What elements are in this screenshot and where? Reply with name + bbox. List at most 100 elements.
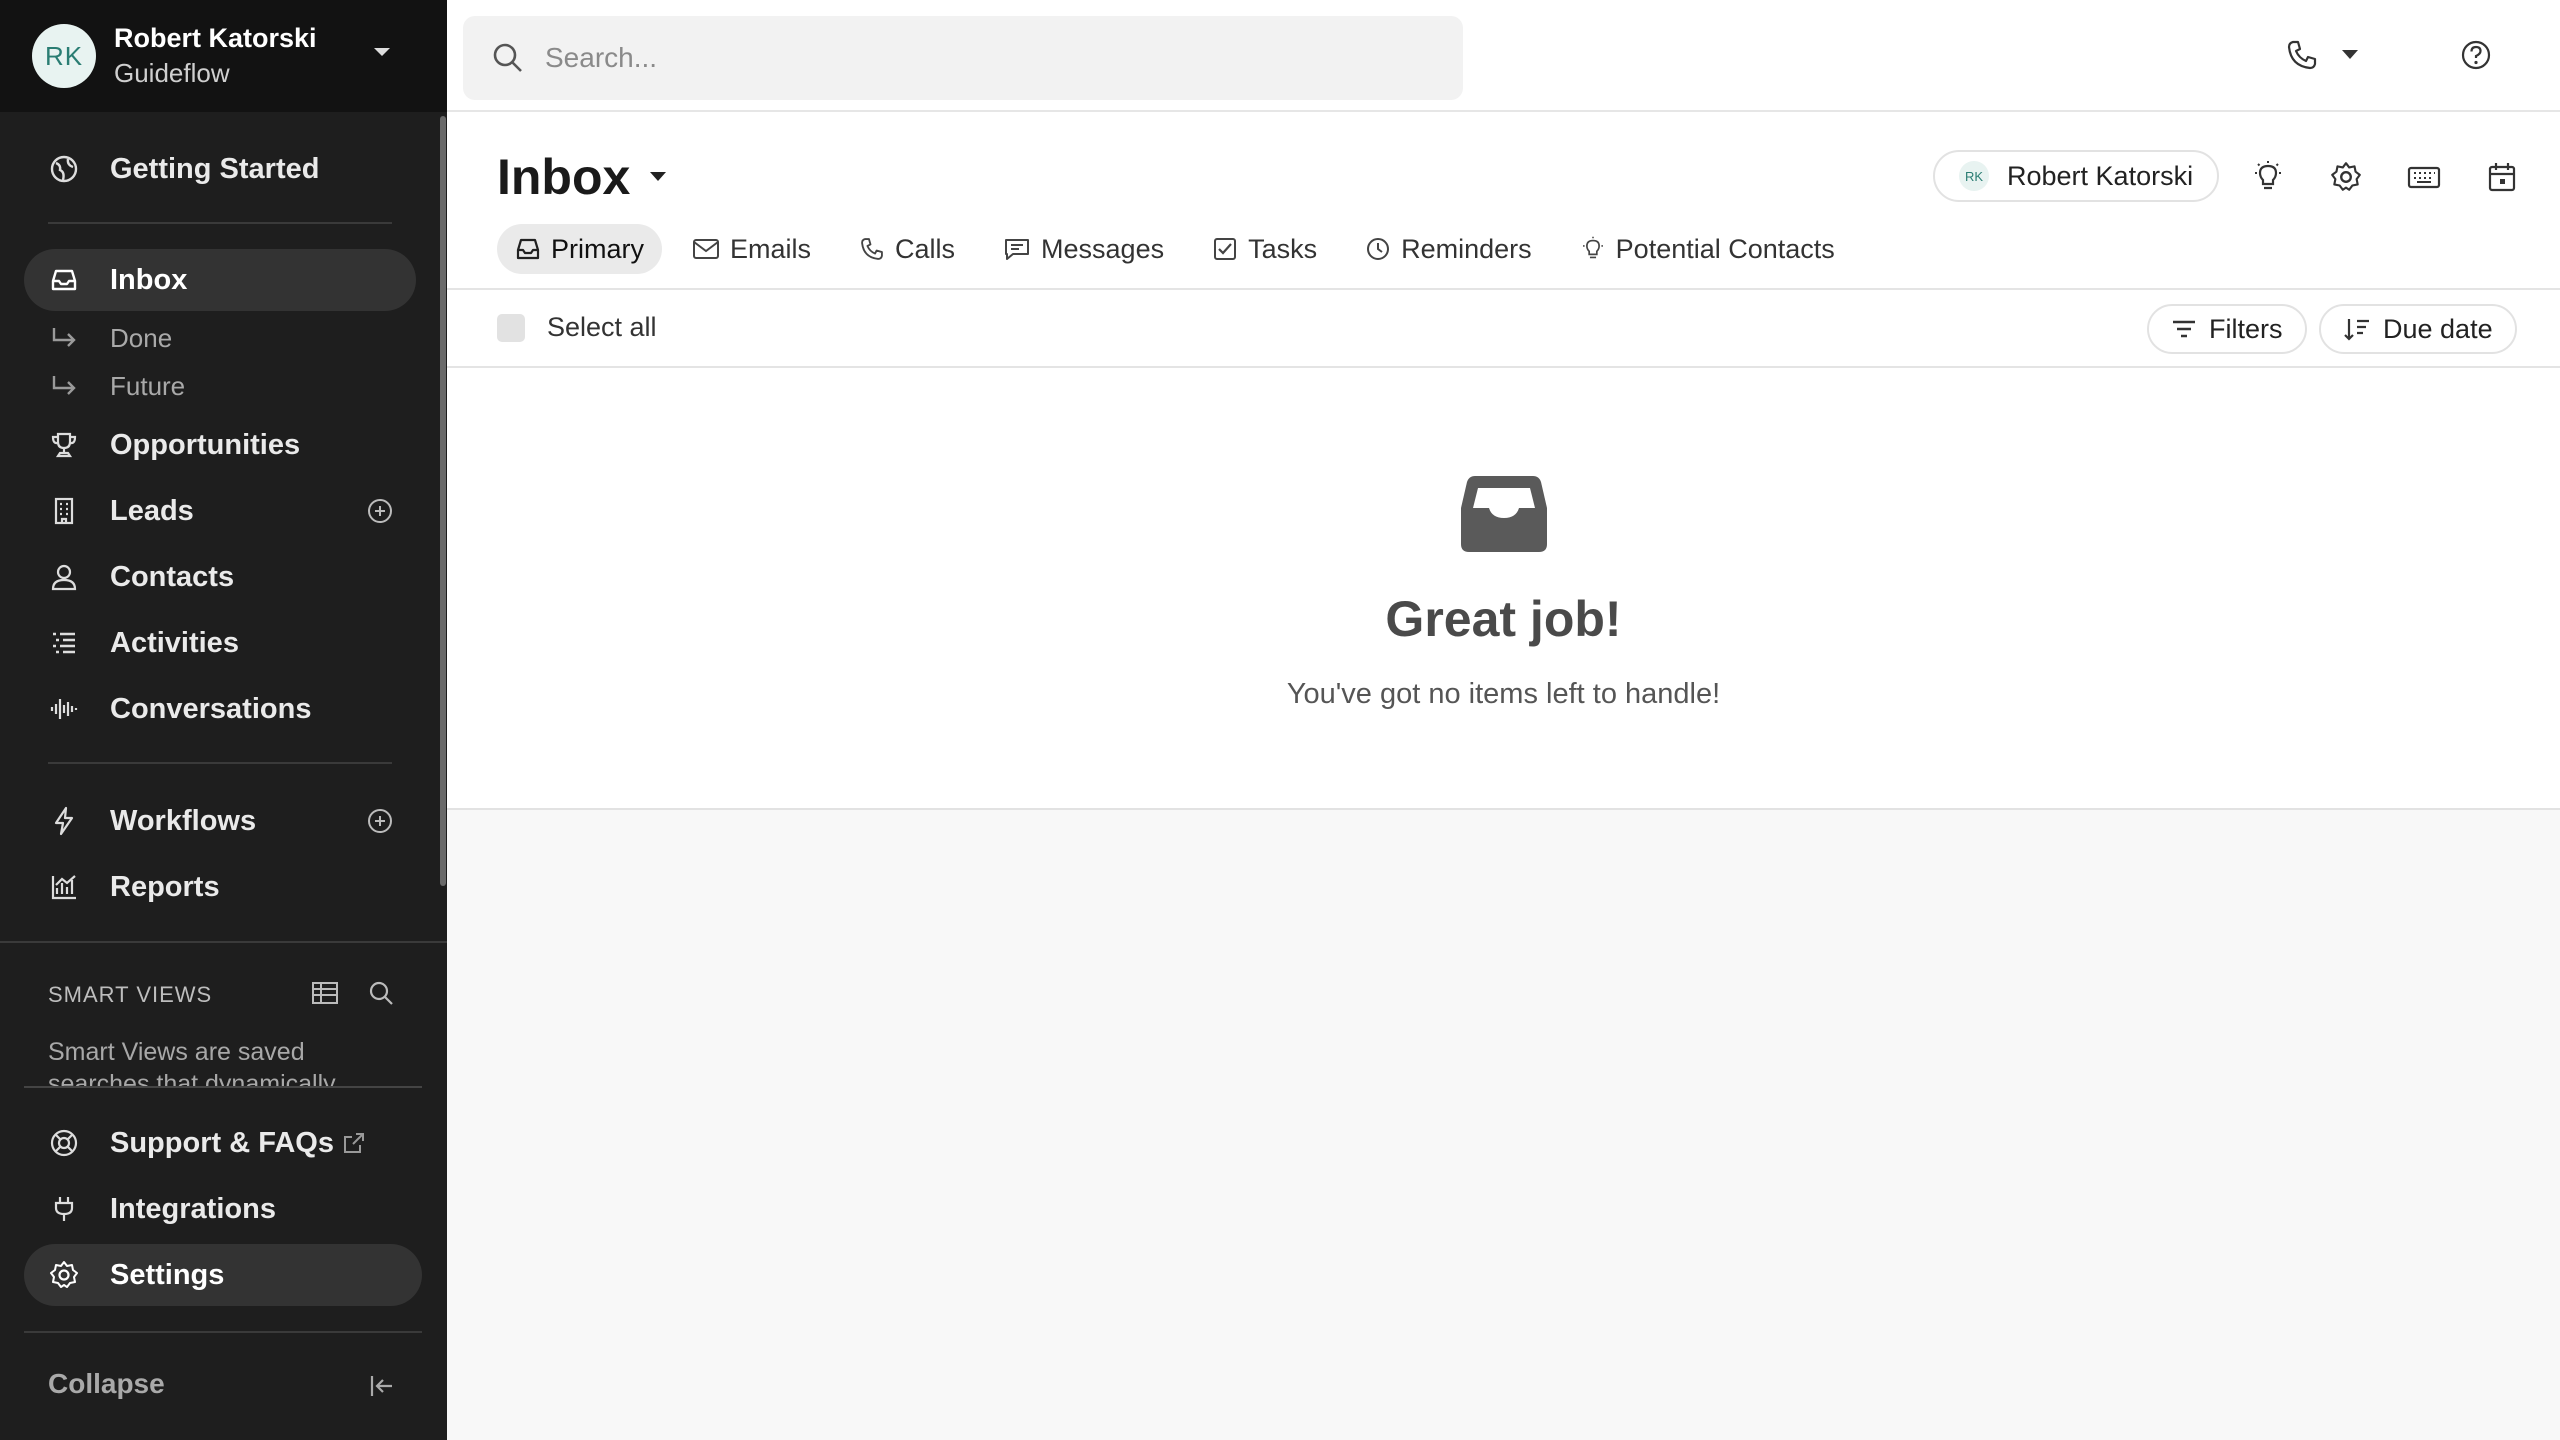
sidebar-item-label: Conversations xyxy=(110,692,312,725)
sort-icon xyxy=(2344,319,2369,341)
inbox-tray-icon xyxy=(1461,476,1547,552)
search-icon[interactable] xyxy=(366,978,396,1008)
divider xyxy=(24,1086,422,1088)
top-bar xyxy=(447,0,2560,112)
sidebar-item-settings[interactable]: Settings xyxy=(24,1244,422,1306)
tab-primary[interactable]: Primary xyxy=(497,224,662,274)
user-icon xyxy=(51,564,77,591)
divider xyxy=(0,941,447,943)
lightning-icon xyxy=(54,806,74,836)
help-icon[interactable] xyxy=(2459,38,2493,72)
tab-emails[interactable]: Emails xyxy=(674,224,829,274)
gear-icon xyxy=(50,1261,78,1288)
lightbulb-icon[interactable] xyxy=(2251,160,2285,194)
phone-dropdown-button[interactable] xyxy=(2285,38,2359,72)
smart-views-description: Smart Views are saved searches that dyna… xyxy=(48,1038,336,1086)
sidebar-item-contacts[interactable]: Contacts xyxy=(24,546,416,608)
user-filter-pill[interactable]: RK Robert Katorski xyxy=(1933,150,2220,202)
divider xyxy=(48,222,392,224)
tab-messages[interactable]: Messages xyxy=(985,224,1182,274)
sidebar-item-label: Settings xyxy=(110,1258,225,1291)
sidebar-item-getting-started[interactable]: Getting Started xyxy=(24,138,416,200)
sidebar-item-label: Future xyxy=(110,370,186,401)
inbox-icon xyxy=(516,238,540,260)
lightbulb-icon xyxy=(1582,236,1603,259)
sort-due-date-button[interactable]: Due date xyxy=(2319,304,2517,354)
page-title[interactable]: Inbox xyxy=(497,148,668,206)
sidebar-item-label: Reports xyxy=(110,870,220,903)
tab-potential-contacts[interactable]: Potential Contacts xyxy=(1562,224,1853,274)
arrow-turn-right-icon xyxy=(52,376,76,395)
caret-down-icon[interactable] xyxy=(372,46,392,58)
arrow-turn-right-icon xyxy=(52,328,76,347)
tab-label: Primary xyxy=(551,233,644,264)
calendar-icon[interactable] xyxy=(2485,160,2519,194)
phone-icon xyxy=(861,238,883,260)
add-workflow-icon[interactable] xyxy=(366,807,394,835)
tab-label: Tasks xyxy=(1248,233,1318,264)
user-filter-label: Robert Katorski xyxy=(2007,160,2194,191)
search-bar[interactable] xyxy=(463,16,1463,100)
tab-tasks[interactable]: Tasks xyxy=(1194,224,1335,274)
sidebar-item-activities[interactable]: Activities xyxy=(24,612,416,674)
checkbox-icon xyxy=(1214,238,1237,260)
sidebar-item-support[interactable]: Support & FAQs xyxy=(24,1112,416,1174)
inbox-tabs: Primary Emails Calls Messages Tasks Remi… xyxy=(497,224,1865,274)
sidebar-item-integrations[interactable]: Integrations xyxy=(24,1178,416,1240)
sidebar-item-opportunities[interactable]: Opportunities xyxy=(24,414,416,476)
gear-icon[interactable] xyxy=(2329,160,2363,194)
external-link-icon xyxy=(344,1133,364,1153)
tab-calls[interactable]: Calls xyxy=(841,224,973,274)
inbox-panel: Inbox RK Robert Katorski Primary Emails … xyxy=(447,112,2560,810)
divider xyxy=(48,762,392,764)
sidebar-item-label: Contacts xyxy=(110,560,235,593)
table-icon[interactable] xyxy=(310,978,340,1008)
empty-state-title: Great job! xyxy=(1385,591,1622,647)
sidebar-item-conversations[interactable]: Conversations xyxy=(24,678,416,740)
plug-icon xyxy=(54,1197,74,1221)
account-org: Guideflow xyxy=(114,58,230,88)
filters-button[interactable]: Filters xyxy=(2147,304,2307,354)
sidebar-item-workflows[interactable]: Workflows xyxy=(24,790,416,852)
sidebar-item-label: Support & FAQs xyxy=(110,1126,334,1159)
caret-down-icon xyxy=(2342,50,2358,59)
tab-label: Reminders xyxy=(1401,233,1532,264)
collapse-icon[interactable] xyxy=(368,1372,396,1400)
search-icon xyxy=(493,43,522,72)
divider xyxy=(24,1331,422,1333)
message-icon xyxy=(1005,239,1030,260)
sidebar-item-label: Leads xyxy=(110,494,194,527)
mail-icon xyxy=(693,239,719,259)
selection-toolbar: Select all Filters Due date xyxy=(447,290,2560,368)
avatar: RK xyxy=(1959,161,1989,191)
sidebar-item-inbox[interactable]: Inbox xyxy=(24,249,416,311)
page-title-text: Inbox xyxy=(497,149,631,205)
collapse-button[interactable]: Collapse xyxy=(48,1368,165,1400)
add-lead-icon[interactable] xyxy=(366,497,394,525)
sidebar-item-done[interactable]: Done xyxy=(48,318,172,358)
list-icon xyxy=(53,632,75,654)
chart-icon xyxy=(51,875,76,900)
empty-state-subtitle: You've got no items left to handle! xyxy=(1286,678,1721,710)
lifebuoy-icon xyxy=(50,1129,78,1157)
tab-reminders[interactable]: Reminders xyxy=(1347,224,1550,274)
sidebar: RK Robert Katorski Guideflow Getting Sta… xyxy=(0,0,447,1440)
smart-views-title: SMART VIEWS xyxy=(48,982,213,1007)
tab-label: Potential Contacts xyxy=(1615,233,1835,264)
sort-label: Due date xyxy=(2383,313,2493,344)
select-all-label[interactable]: Select all xyxy=(547,312,657,343)
sidebar-item-label: Workflows xyxy=(110,804,257,837)
sidebar-item-future[interactable]: Future xyxy=(48,366,185,406)
keyboard-icon[interactable] xyxy=(2407,160,2441,194)
account-name: Robert Katorski xyxy=(114,23,317,53)
filters-label: Filters xyxy=(2209,313,2283,344)
account-switcher[interactable]: RK Robert Katorski Guideflow xyxy=(0,0,447,112)
sidebar-item-reports[interactable]: Reports xyxy=(24,856,416,918)
clock-icon xyxy=(1367,238,1390,260)
sidebar-scrollbar[interactable] xyxy=(440,116,446,886)
avatar: RK xyxy=(32,24,96,88)
sidebar-item-leads[interactable]: Leads xyxy=(24,480,416,542)
tab-label: Calls xyxy=(895,233,956,264)
select-all-checkbox[interactable] xyxy=(497,314,525,342)
search-input[interactable] xyxy=(545,42,1445,74)
